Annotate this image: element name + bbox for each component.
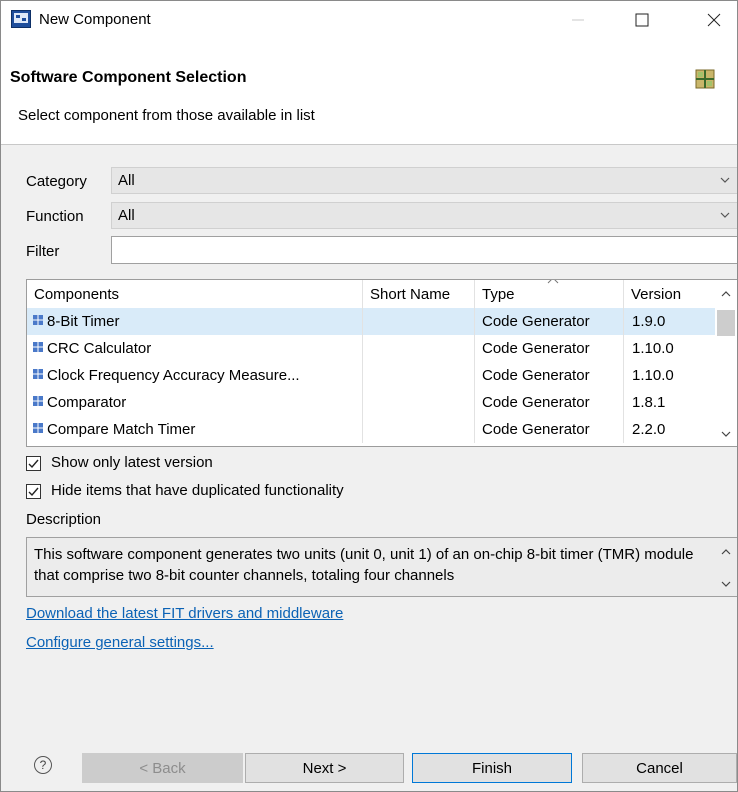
configure-general-settings-link[interactable]: Configure general settings... — [26, 634, 214, 651]
row-type: Code Generator — [482, 421, 590, 438]
function-label: Function — [26, 208, 84, 225]
show-latest-version-checkbox[interactable] — [26, 456, 41, 471]
row-name: Compare Match Timer — [47, 421, 196, 438]
components-table: Components Short Name Type Version 8-Bit… — [26, 279, 737, 447]
component-grid-icon — [695, 69, 715, 89]
table-row[interactable]: 8-Bit Timer Code Generator 1.9.0 — [27, 308, 715, 335]
description-text: This software component generates two un… — [34, 546, 694, 584]
next-button[interactable]: Next > — [245, 753, 404, 783]
description-label: Description — [26, 511, 102, 528]
row-name: CRC Calculator — [47, 340, 152, 357]
category-combo[interactable]: All — [111, 167, 737, 194]
chevron-up-icon[interactable] — [721, 290, 731, 298]
component-plus-icon — [33, 342, 43, 352]
show-latest-version-label: Show only latest version — [51, 454, 213, 471]
minimize-icon — [572, 19, 584, 21]
component-plus-icon — [33, 369, 43, 379]
component-plus-icon — [33, 396, 43, 406]
row-type: Code Generator — [482, 394, 590, 411]
row-version: 2.2.0 — [632, 421, 666, 438]
chevron-down-icon[interactable] — [721, 430, 731, 438]
row-name: Clock Frequency Accuracy Measure... — [47, 367, 300, 384]
button-bar: ? < Back Next > Finish Cancel — [1, 718, 737, 791]
table-scrollbar[interactable] — [715, 280, 737, 446]
column-header-version[interactable]: Version — [624, 280, 715, 308]
new-component-dialog: New Component Software Component Selecti… — [0, 0, 738, 792]
chevron-down-icon[interactable] — [721, 580, 731, 588]
window-title: New Component — [39, 11, 151, 28]
dialog-body: Category All Function All Filter Compone… — [1, 145, 737, 718]
row-type: Code Generator — [482, 340, 590, 357]
chevron-down-icon — [720, 212, 730, 218]
help-icon[interactable]: ? — [34, 756, 52, 774]
scrollbar-thumb[interactable] — [717, 310, 735, 336]
description-scrollbar[interactable] — [715, 538, 737, 596]
category-label: Category — [26, 173, 87, 190]
row-type: Code Generator — [482, 313, 590, 330]
page-title: Software Component Selection — [10, 69, 247, 86]
close-button[interactable] — [691, 1, 737, 39]
row-version: 1.10.0 — [632, 340, 674, 357]
function-value: All — [118, 207, 135, 224]
row-version: 1.8.1 — [632, 394, 666, 411]
title-bar[interactable]: New Component — [1, 1, 737, 39]
checkmark-icon — [28, 459, 39, 469]
checkmark-icon — [28, 487, 39, 497]
table-header: Components Short Name Type Version — [27, 280, 715, 308]
back-button[interactable]: < Back — [82, 753, 243, 783]
component-plus-icon — [33, 315, 43, 325]
chevron-down-icon — [720, 177, 730, 183]
category-value: All — [118, 172, 135, 189]
row-name: Comparator — [47, 394, 127, 411]
maximize-icon — [635, 13, 649, 27]
header-banner: Software Component Selection Select comp… — [1, 39, 737, 145]
hide-duplicates-label: Hide items that have duplicated function… — [51, 482, 344, 499]
filter-input[interactable] — [111, 236, 737, 264]
close-icon — [707, 13, 721, 27]
app-icon — [11, 10, 31, 28]
description-box[interactable]: This software component generates two un… — [26, 537, 737, 597]
table-row[interactable]: Comparator Code Generator 1.8.1 — [27, 389, 715, 416]
column-header-components[interactable]: Components — [27, 280, 363, 308]
chevron-up-icon[interactable] — [721, 548, 731, 556]
hide-duplicates-checkbox[interactable] — [26, 484, 41, 499]
sort-ascending-icon — [547, 280, 559, 284]
column-header-short-name[interactable]: Short Name — [363, 280, 475, 308]
filter-label: Filter — [26, 243, 60, 260]
finish-button[interactable]: Finish — [412, 753, 572, 783]
minimize-button[interactable] — [555, 1, 601, 39]
cancel-button[interactable]: Cancel — [582, 753, 737, 783]
row-type: Code Generator — [482, 367, 590, 384]
page-subtitle: Select component from those available in… — [18, 107, 315, 124]
maximize-button[interactable] — [619, 1, 665, 39]
download-fit-drivers-link[interactable]: Download the latest FIT drivers and midd… — [26, 605, 343, 622]
table-row[interactable]: Compare Match Timer Code Generator 2.2.0 — [27, 416, 715, 443]
component-plus-icon — [33, 423, 43, 433]
table-row[interactable]: CRC Calculator Code Generator 1.10.0 — [27, 335, 715, 362]
function-combo[interactable]: All — [111, 202, 737, 229]
row-version: 1.9.0 — [632, 313, 666, 330]
row-version: 1.10.0 — [632, 367, 674, 384]
table-row[interactable]: Clock Frequency Accuracy Measure... Code… — [27, 362, 715, 389]
row-name: 8-Bit Timer — [47, 313, 120, 330]
